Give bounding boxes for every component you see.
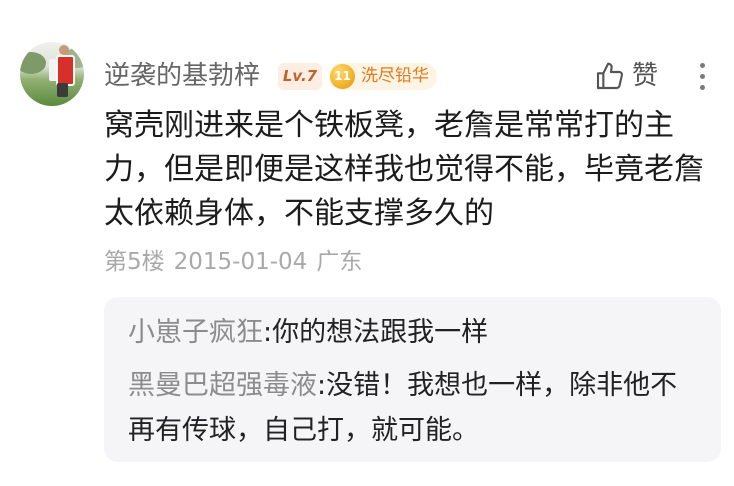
like-button[interactable]: 赞	[592, 58, 664, 94]
author-name[interactable]: 逆袭的基勃梓	[104, 58, 260, 94]
avatar-figure-head	[59, 45, 69, 55]
reply-line: 再有传球，自己打，就可能。	[128, 408, 677, 453]
post-content-line: 窝壳刚进来是个铁板凳，老詹是常常打的主	[104, 108, 674, 143]
thumbs-up-icon	[596, 62, 624, 90]
post-date: 2015-01-04	[173, 249, 308, 275]
floor-number: 第5楼	[104, 249, 165, 275]
reply-text: 你的想法跟我一样	[272, 317, 489, 348]
more-dot	[700, 85, 705, 90]
like-label: 赞	[632, 61, 659, 91]
more-dot	[700, 74, 705, 79]
reply-separator: :	[263, 317, 273, 348]
reply-item[interactable]: 黑曼巴超强毒液:没错！我想也一样，除非他不 再有传球，自己打，就可能。	[128, 363, 677, 453]
reply-separator: :	[317, 370, 327, 401]
honor-badge-title: 洗尽铅华	[361, 66, 429, 86]
post-content-line: 太依赖身体，不能支撑多久的	[104, 196, 494, 231]
more-dot	[700, 63, 705, 68]
post-content-line: 力，但是即便是这样我也觉得不能，毕竟老詹	[104, 152, 704, 187]
honor-badge[interactable]: 11 洗尽铅华	[329, 63, 437, 90]
reply-text: 没错！我想也一样，除非他不	[326, 370, 678, 401]
user-avatar[interactable]	[20, 42, 84, 106]
avatar-figure-body	[56, 55, 75, 86]
post-location: 广东	[316, 249, 363, 275]
reply-author[interactable]: 小崽子疯狂	[128, 317, 263, 348]
post-meta: 第5楼 2015-01-04 广东	[104, 246, 371, 278]
reply-author[interactable]: 黑曼巴超强毒液	[128, 370, 317, 401]
reply-preview-box[interactable]: 小崽子疯狂:你的想法跟我一样 黑曼巴超强毒液:没错！我想也一样，除非他不 再有传…	[104, 297, 721, 462]
post-content: 窝壳刚进来是个铁板凳，老詹是常常打的主 力，但是即便是这样我也觉得不能，毕竟老詹…	[104, 104, 704, 236]
more-vertical-icon[interactable]	[698, 63, 708, 93]
level-badge: Lv.7	[278, 63, 322, 90]
honor-badge-coin-icon: 11	[330, 64, 355, 89]
reply-text: 再有传球，自己打，就可能。	[128, 415, 479, 446]
avatar-tree	[20, 52, 46, 74]
reply-item[interactable]: 小崽子疯狂:你的想法跟我一样	[128, 312, 488, 354]
reply-line: 黑曼巴超强毒液:没错！我想也一样，除非他不	[128, 363, 677, 408]
avatar-figure-legs	[57, 83, 68, 97]
